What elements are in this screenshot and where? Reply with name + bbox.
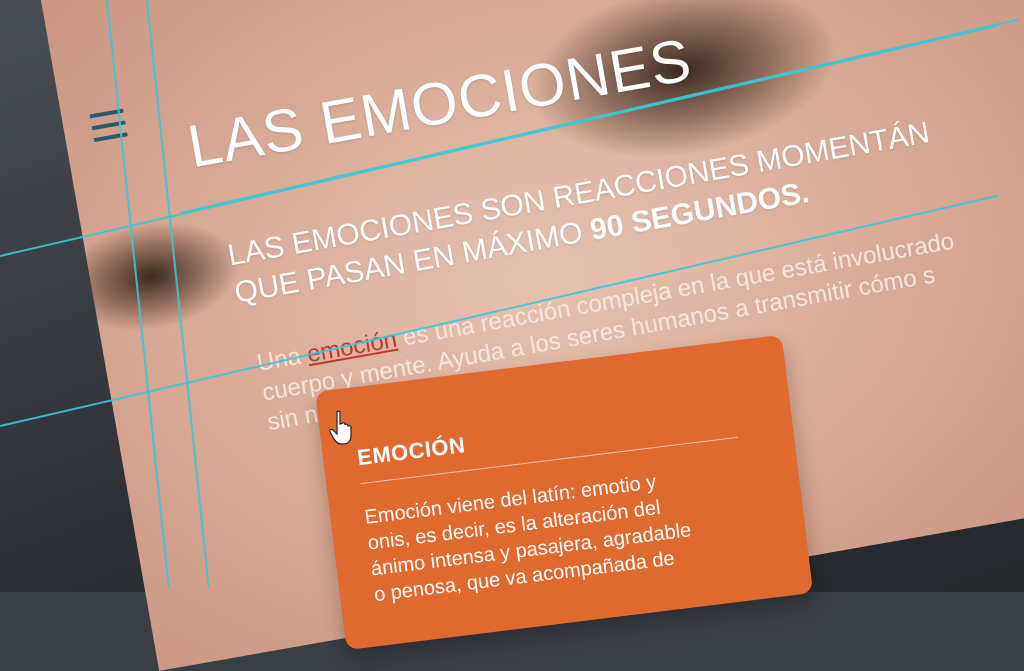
page-title: LAS EMOCIONES [182, 25, 697, 181]
tooltip-body: Emoción viene del latín: emotio y onis, … [363, 456, 773, 608]
hand-pointer-icon [329, 410, 352, 445]
definition-tooltip: EMOCIÓN Emoción viene del latín: emotio … [315, 334, 814, 651]
tooltip-heading: EMOCIÓN [355, 432, 467, 471]
